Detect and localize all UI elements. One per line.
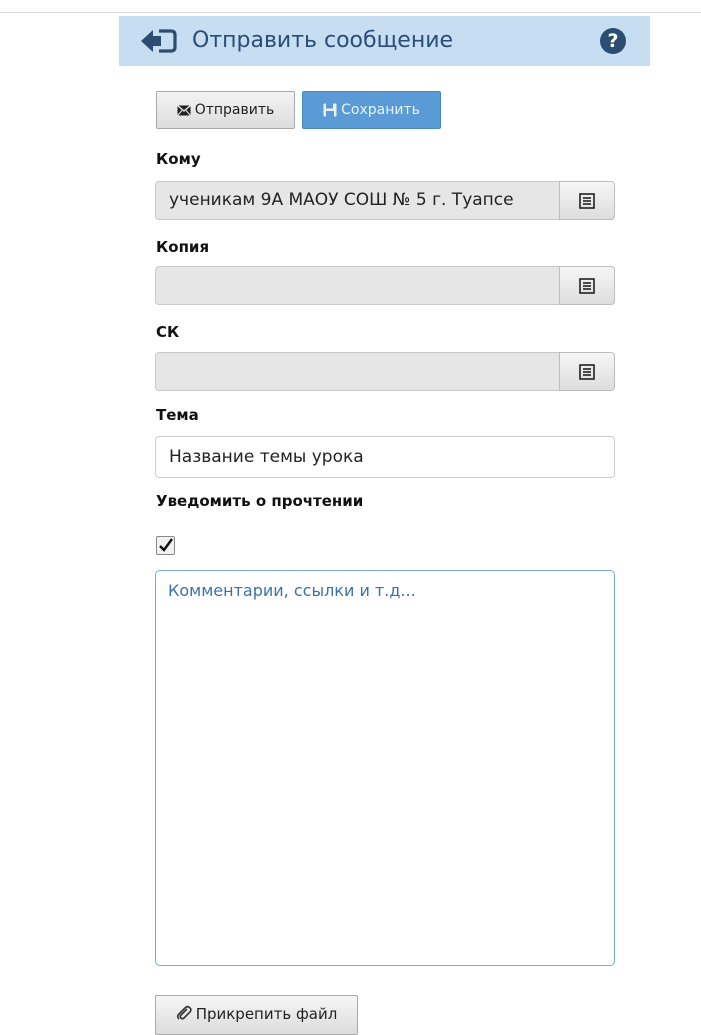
cc-field[interactable] — [155, 266, 559, 305]
bcc-label: СК — [156, 323, 180, 341]
subject-input[interactable]: Название темы урока — [155, 436, 615, 478]
paperclip-icon — [176, 1005, 192, 1020]
save-disk-icon — [323, 103, 337, 117]
checkmark-icon — [159, 538, 173, 552]
to-label: Кому — [156, 150, 201, 168]
arrow-back-icon — [141, 29, 177, 53]
attach-file-label: Прикрепить файл — [195, 1005, 338, 1023]
help-icon: ? — [607, 30, 619, 52]
comment-placeholder: Комментарии, ссылки и т.д... — [168, 581, 416, 600]
cc-label: Копия — [156, 238, 210, 256]
address-book-icon — [579, 363, 595, 380]
to-address-book-button[interactable] — [559, 181, 615, 220]
help-button[interactable]: ? — [600, 28, 626, 54]
send-button[interactable]: Отправить — [156, 91, 295, 129]
envelope-icon — [176, 104, 191, 116]
attach-file-button[interactable]: Прикрепить файл — [155, 995, 358, 1035]
address-book-icon — [579, 192, 595, 209]
cc-address-book-button[interactable] — [559, 266, 615, 305]
page-header: Отправить сообщение ? — [119, 16, 650, 66]
to-field[interactable]: ученикам 9А МАОУ СОШ № 5 г. Туапсе — [155, 181, 559, 220]
comment-textarea[interactable]: Комментарии, ссылки и т.д... — [155, 570, 615, 966]
send-button-label: Отправить — [194, 102, 275, 118]
address-book-icon — [579, 277, 595, 294]
read-receipt-label: Уведомить о прочтении — [156, 492, 364, 510]
top-divider — [0, 12, 701, 13]
back-button[interactable] — [139, 28, 177, 54]
read-receipt-checkbox[interactable] — [156, 536, 175, 555]
subject-label: Тема — [156, 406, 199, 424]
save-button-label: Сохранить — [341, 102, 420, 118]
page-title: Отправить сообщение — [192, 28, 454, 53]
bcc-field[interactable] — [155, 352, 559, 391]
save-button[interactable]: Сохранить — [302, 91, 441, 129]
bcc-address-book-button[interactable] — [559, 352, 615, 391]
